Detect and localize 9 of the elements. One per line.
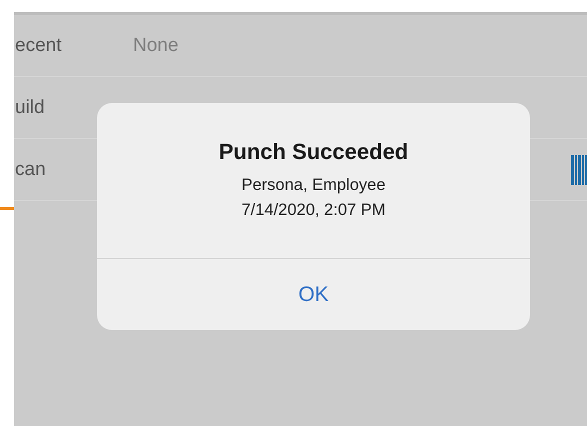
- ok-button[interactable]: OK: [97, 258, 530, 330]
- row-value: None: [133, 34, 178, 56]
- row-label: can: [14, 158, 47, 180]
- row-label: uild: [14, 96, 46, 118]
- row-label: ecent: [14, 34, 62, 56]
- alert-title: Punch Succeeded: [218, 139, 408, 165]
- alert-message: 7/14/2020, 2:07 PM: [241, 200, 386, 221]
- alert-message: Persona, Employee: [242, 175, 386, 196]
- barcode-icon[interactable]: [571, 155, 587, 185]
